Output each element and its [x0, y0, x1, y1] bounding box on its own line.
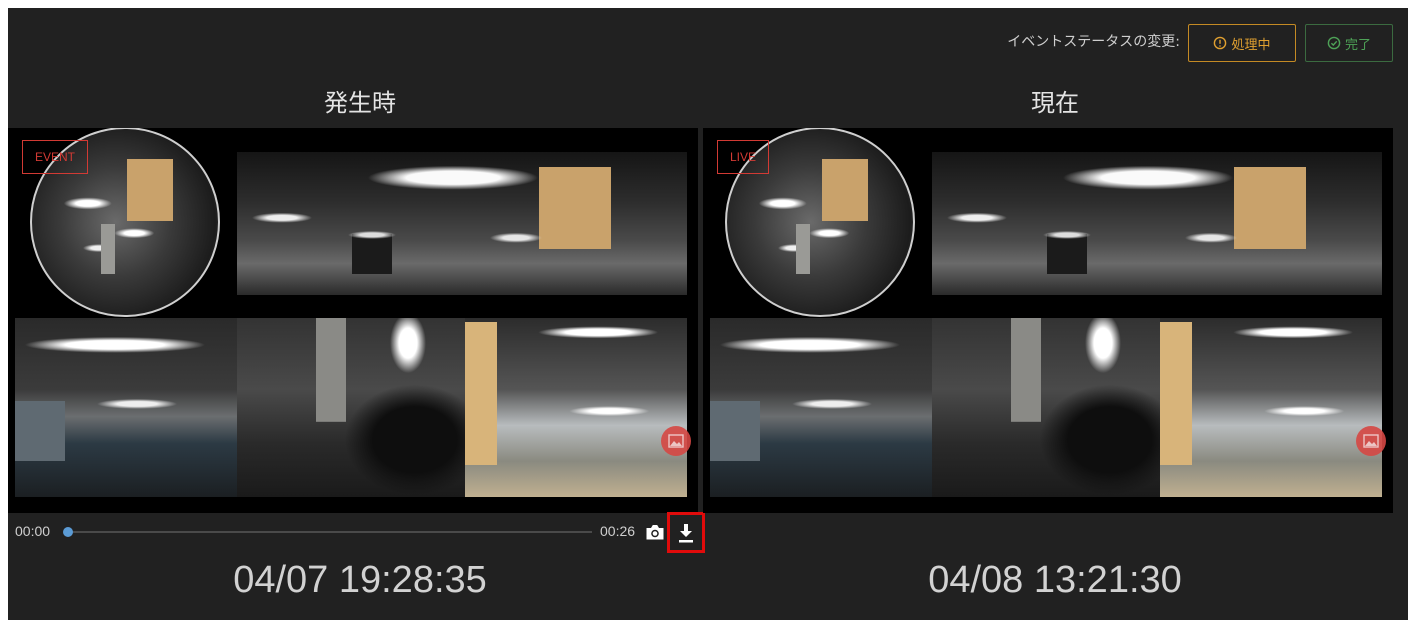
camera-view-3	[1160, 318, 1382, 497]
event-badge: EVENT	[22, 140, 89, 174]
camera-view-2	[237, 318, 465, 497]
camera-view-1	[15, 318, 237, 497]
timeline-slider[interactable]	[68, 531, 592, 533]
camera-view-2	[932, 318, 1160, 497]
panel-title-current: 現在	[1031, 89, 1079, 117]
event-timestamp: 04/07 19:28:35	[233, 559, 487, 601]
live-badge: LIVE	[717, 140, 770, 174]
event-time-panel: 発生時 EVENT 00:00 00:26 04/07 19:28:35	[8, 8, 712, 620]
panel-title-event: 発生時	[324, 89, 396, 117]
image-icon	[668, 434, 684, 448]
duration-time: 00:26	[600, 523, 636, 539]
current-time: 00:00	[15, 523, 51, 539]
image-icon	[1363, 434, 1379, 448]
live-video-player[interactable]: LIVE	[703, 128, 1393, 513]
download-icon	[679, 523, 693, 542]
snapshot-button[interactable]	[644, 521, 666, 543]
current-panel: 現在 LIVE 04/08 13:21:30	[703, 8, 1405, 620]
current-timestamp: 04/08 13:21:30	[928, 559, 1182, 601]
camera-view-3	[465, 318, 687, 497]
panorama-view	[237, 152, 687, 295]
media-button[interactable]	[661, 426, 691, 456]
timeline-knob[interactable]	[63, 527, 73, 537]
media-button[interactable]	[1356, 426, 1386, 456]
event-viewer: イベントステータスの変更: 処理中 完了 発生時 EVENT 00:00 00:…	[8, 8, 1408, 620]
download-button[interactable]	[670, 515, 702, 550]
camera-icon	[646, 525, 664, 540]
event-video-player[interactable]: EVENT	[8, 128, 698, 513]
panorama-view	[932, 152, 1382, 295]
download-highlight-box	[667, 512, 705, 553]
camera-view-1	[710, 318, 932, 497]
